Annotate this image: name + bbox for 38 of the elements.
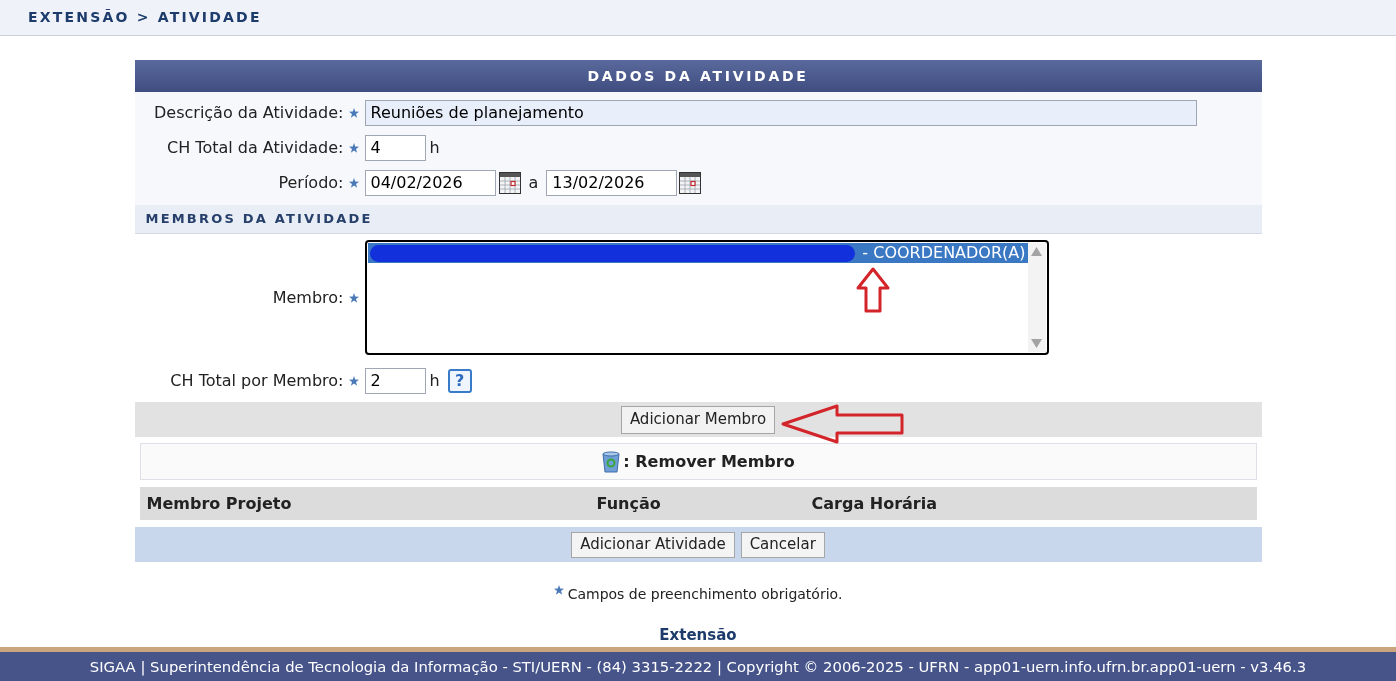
section-title: MEMBROS DA ATIVIDADE [145,210,373,229]
column-header: Carga Horária [811,493,937,513]
unit-label: h [429,136,440,159]
listbox-option[interactable]: - COORDENADOR(A) [367,243,1028,263]
scrollbar[interactable] [1027,243,1046,352]
required-star-icon [553,585,564,595]
scroll-up-icon[interactable] [1031,247,1042,256]
trash-icon [601,450,622,473]
required-note: Campos de preenchimento obrigatório. [567,585,843,604]
calendar-icon[interactable] [498,171,521,194]
field-label: Membro: [272,286,344,309]
form-button[interactable]: Cancelar [740,531,825,558]
member-hours-field[interactable]: 2 [364,367,426,394]
range-separator: a [528,171,539,194]
calendar-icon[interactable] [679,171,702,194]
breadcrumb: EXTENSÃO > ATIVIDADE [28,8,262,27]
legend-text: : Remover Membro [623,450,795,473]
footer-text: SIGAA | Superintendência de Tecnologia da Informação - STI/UERN - (84) 3315-2222 | Copyright © 2006-2025 - UFRN - app01-uern.info.ufrn.br.app01-uern - v3.46.3 [89,656,1307,678]
column-header: Membro Projeto [146,493,292,513]
field-label: Período: [278,171,344,194]
column-header: Função [596,493,661,513]
add-member-button[interactable]: Adicionar Membro [620,405,776,434]
end-date-field[interactable]: 13/02/2026 [546,169,678,196]
field-label: CH Total da Atividade: [167,136,344,159]
left-arrow-icon [780,404,905,444]
member-listbox[interactable]: - COORDENADOR(A) [364,240,1049,355]
description-field[interactable]: Reuniões de planejamento [364,99,1197,126]
unit-label: h [429,369,440,392]
field-label: CH Total por Membro: [170,369,344,392]
hours-field[interactable]: 4 [364,134,426,161]
module-name: Extensão [659,625,737,646]
start-date-field[interactable]: 04/02/2026 [364,169,496,196]
field-label: Descrição da Atividade: [154,101,344,124]
scroll-down-icon[interactable] [1031,339,1042,348]
form-button[interactable]: Adicionar Atividade [571,531,735,558]
panel-title: DADOS DA ATIVIDADE [587,66,809,86]
help-button[interactable]: ? [447,368,472,393]
up-arrow-icon [855,267,890,313]
